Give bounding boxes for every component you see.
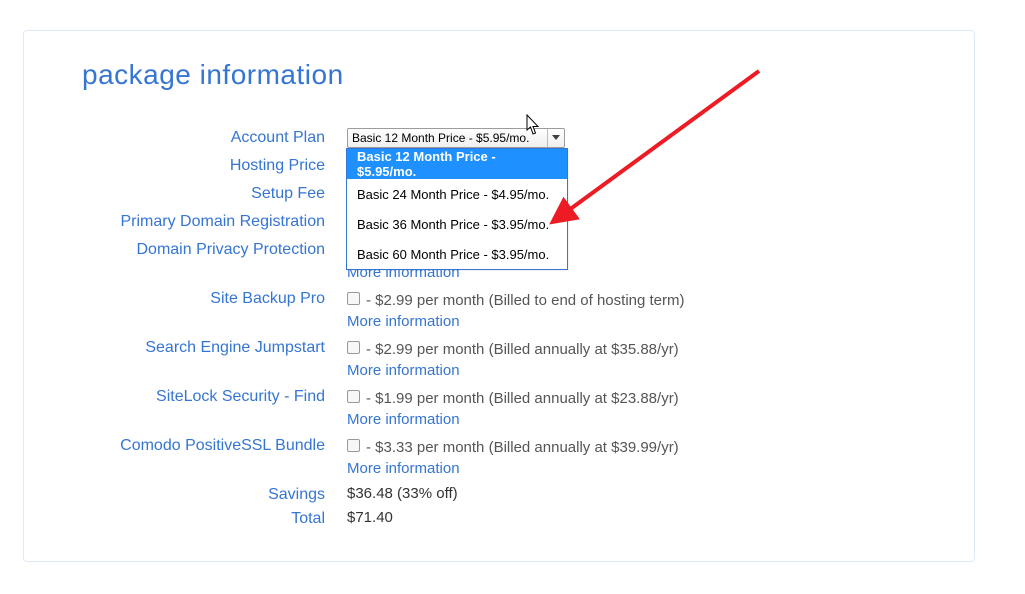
label-total: Total	[24, 509, 335, 529]
label-primary-domain: Primary Domain Registration	[24, 212, 335, 232]
price-sitelock: - $1.99 per month (Billed annually at $2…	[366, 390, 679, 407]
more-info-link[interactable]: More information	[347, 460, 460, 477]
checkbox-site-backup[interactable]	[347, 292, 360, 305]
label-domain-privacy: Domain Privacy Protection	[24, 240, 335, 260]
value-total: $71.40	[335, 509, 393, 526]
row-comodo: Comodo PositiveSSL Bundle - $3.33 per mo…	[24, 436, 974, 456]
option-12-month[interactable]: Basic 12 Month Price - $5.95/mo.	[347, 149, 567, 179]
checkbox-sitelock[interactable]	[347, 390, 360, 403]
more-info-link[interactable]: More information	[347, 411, 460, 428]
checkbox-search-engine[interactable]	[347, 341, 360, 354]
more-info-link[interactable]: More information	[347, 362, 460, 379]
option-24-month[interactable]: Basic 24 Month Price - $4.95/mo.	[347, 179, 567, 209]
label-sitelock: SiteLock Security - Find	[24, 387, 335, 407]
label-site-backup: Site Backup Pro	[24, 289, 335, 309]
row-total: Total $71.40	[24, 509, 974, 529]
row-search-engine: Search Engine Jumpstart - $2.99 per mont…	[24, 338, 974, 358]
checkbox-comodo[interactable]	[347, 439, 360, 452]
row-search-engine-more: More information	[24, 362, 974, 379]
account-plan-select[interactable]: Basic 12 Month Price - $5.95/mo.	[347, 128, 565, 148]
row-sitelock: SiteLock Security - Find - $1.99 per mon…	[24, 387, 974, 407]
form-rows: Basic 12 Month Price - $5.95/mo. Basic 1…	[24, 128, 974, 537]
viewport: package information Basic 12 Month Price…	[0, 0, 1025, 594]
row-site-backup-more: More information	[24, 313, 974, 330]
row-site-backup: Site Backup Pro - $2.99 per month (Bille…	[24, 289, 974, 309]
label-hosting-price: Hosting Price	[24, 156, 335, 176]
option-60-month[interactable]: Basic 60 Month Price - $3.95/mo.	[347, 239, 567, 269]
label-setup-fee: Setup Fee	[24, 184, 335, 204]
option-36-month[interactable]: Basic 36 Month Price - $3.95/mo.	[347, 209, 567, 239]
package-card: package information Basic 12 Month Price…	[23, 30, 975, 562]
row-savings: Savings $36.48 (33% off)	[24, 485, 974, 505]
account-plan-select-value: Basic 12 Month Price - $5.95/mo.	[352, 131, 529, 145]
label-account-plan: Account Plan	[24, 128, 335, 148]
value-savings: $36.48 (33% off)	[335, 485, 458, 502]
section-title: package information	[82, 59, 344, 91]
label-search-engine: Search Engine Jumpstart	[24, 338, 335, 358]
label-comodo: Comodo PositiveSSL Bundle	[24, 436, 335, 456]
price-search-engine: - $2.99 per month (Billed annually at $3…	[366, 341, 679, 358]
more-info-link[interactable]: More information	[347, 313, 460, 330]
label-savings: Savings	[24, 485, 335, 505]
row-comodo-more: More information	[24, 460, 974, 477]
price-site-backup: - $2.99 per month (Billed to end of host…	[366, 292, 685, 309]
row-sitelock-more: More information	[24, 411, 974, 428]
account-plan-dropdown[interactable]: Basic 12 Month Price - $5.95/mo. Basic 2…	[346, 148, 568, 270]
price-comodo: - $3.33 per month (Billed annually at $3…	[366, 439, 679, 456]
select-separator	[547, 129, 548, 147]
chevron-down-icon	[552, 135, 560, 140]
